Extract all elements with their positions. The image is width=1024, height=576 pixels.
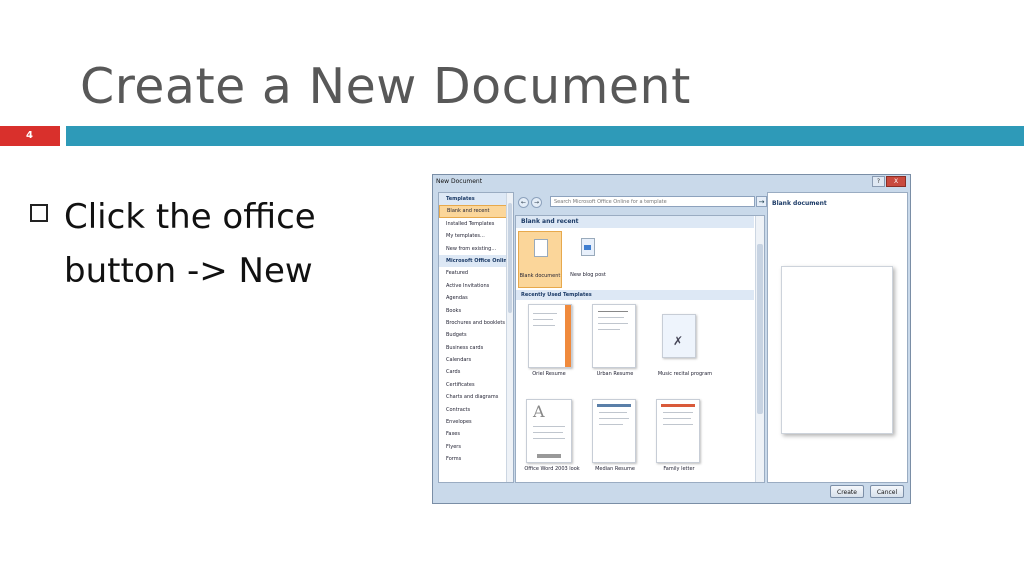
gallery-scrollbar[interactable] [755,216,764,482]
family-letter-thumb [656,399,700,463]
template-gallery: Blank and recent Blank document New blog… [515,215,765,483]
title-rule-bar [66,126,1024,146]
category-flyers[interactable]: Flyers [439,441,513,453]
category-forms[interactable]: Forms [439,453,513,465]
category-office-online-header: Microsoft Office Online [439,254,513,268]
office-word-2003-label: Office Word 2003 look [524,466,580,472]
oriel-resume-label: Oriel Resume [532,371,566,377]
category-budgets[interactable]: Budgets [439,329,513,341]
window-buttons: ? X [872,176,906,187]
dialog-titlebar: New Document ? X [433,175,910,190]
slide-title: Create a New Document [80,58,691,115]
category-calendars[interactable]: Calendars [439,354,513,366]
section-header-blank: Blank and recent [516,216,754,228]
template-family-letter[interactable]: Family letter [652,399,708,479]
music-recital-icon: ✗ [662,314,696,358]
tile-blank-document[interactable]: Blank document [518,231,562,288]
blank-document-icon [534,239,548,257]
preview-pane: Blank document [767,192,908,483]
bullet-item: Click the office button -> New [30,190,364,298]
category-featured[interactable]: Featured [439,267,513,279]
category-active-invitations[interactable]: Active Invitations [439,280,513,292]
bullet-square-icon [30,204,48,222]
templates-header: Templates [439,193,513,206]
dialog-title: New Document [436,178,483,185]
tile-new-blog-post[interactable]: New blog post [566,231,610,288]
office-word-2003-thumb: A [526,399,572,463]
category-brochures[interactable]: Brochures and booklets [439,317,513,329]
category-installed-templates[interactable]: Installed Templates [439,218,513,230]
template-music-recital[interactable]: ✗ Music recital program [652,304,718,384]
section-header-recent: Recently Used Templates [516,290,754,300]
scrollbar-thumb[interactable] [508,203,512,313]
template-oriel-resume[interactable]: Oriel Resume [524,304,580,384]
urban-resume-label: Urban Resume [596,371,634,377]
category-blank-and-recent[interactable]: Blank and recent [439,205,513,218]
category-books[interactable]: Books [439,305,513,317]
preview-page [781,266,893,434]
new-document-dialog: New Document ? X Templates Blank and rec… [432,174,911,504]
help-button[interactable]: ? [872,176,885,187]
category-agendas[interactable]: Agendas [439,292,513,304]
create-button[interactable]: Create [830,485,864,498]
category-contracts[interactable]: Contracts [439,404,513,416]
preview-title: Blank document [772,200,827,207]
category-new-from-existing[interactable]: New from existing... [439,243,513,255]
template-urban-resume[interactable]: Urban Resume [588,304,644,384]
oriel-resume-thumb [528,304,572,368]
category-cards[interactable]: Cards [439,366,513,378]
category-faxes[interactable]: Faxes [439,428,513,440]
back-arrow-icon[interactable]: ← [518,197,529,208]
blog-post-icon [581,238,595,256]
tile-blank-document-label: Blank document [519,273,561,279]
search-strip: ← → Search Microsoft Office Online for a… [516,195,767,209]
median-resume-thumb [592,399,636,463]
family-letter-label: Family letter [663,466,695,472]
close-button[interactable]: X [886,176,906,187]
category-business-cards[interactable]: Business cards [439,342,513,354]
category-envelopes[interactable]: Envelopes [439,416,513,428]
tile-new-blog-post-label: New blog post [570,272,606,278]
urban-resume-thumb [592,304,636,368]
bullet-text: Click the office button -> New [64,197,316,291]
search-go-button[interactable]: → [756,196,767,207]
slide-number: 4 [26,130,33,141]
category-my-templates[interactable]: My templates... [439,230,513,242]
template-category-list: Templates Blank and recent Installed Tem… [438,192,514,483]
template-office-word-2003[interactable]: A Office Word 2003 look [522,399,582,479]
template-median-resume[interactable]: Median Resume [588,399,644,479]
forward-arrow-icon[interactable]: → [531,197,542,208]
category-scrollbar[interactable] [506,193,513,482]
template-search-input[interactable]: Search Microsoft Office Online for a tem… [550,196,755,207]
median-resume-label: Median Resume [595,466,635,472]
cancel-button[interactable]: Cancel [870,485,904,498]
category-charts[interactable]: Charts and diagrams [439,391,513,403]
slide-number-box: 4 [0,126,60,146]
gallery-scrollbar-thumb[interactable] [757,244,763,414]
category-certificates[interactable]: Certificates [439,379,513,391]
music-recital-label: Music recital program [657,371,713,377]
